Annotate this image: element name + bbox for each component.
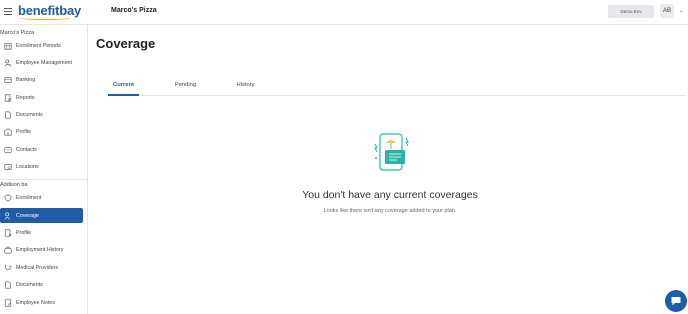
sidebar-item-label: Employee Notes [16,299,55,306]
sidebar-item-enrollment-periods[interactable]: Enrollment Periods [0,38,83,53]
coverage-user-icon [3,211,12,220]
sidebar-item-documents[interactable]: Documents [0,107,83,122]
empty-state-title: You don't have any current coverages [302,189,478,201]
sidebar-item-label: Enrollment [16,194,42,201]
company-name: Marco's Pizza [111,7,157,14]
document-icon [3,280,12,289]
building-icon [3,127,12,136]
top-bar: benefitbay Marco's Pizza Demo Env AB ⌄ [0,0,688,25]
sidebar-item-label: Banking [16,76,36,83]
chat-button[interactable] [665,290,687,312]
sidebar-item-enrollment[interactable]: Enrollment [0,190,83,205]
bank-card-icon [3,75,12,84]
sidebar-item-employment-history[interactable]: Employment History [0,242,83,257]
sidebar-item-label: Medical Providers [16,264,59,271]
sidebar-item-label: Employee Management [16,59,72,66]
location-map-icon [3,162,12,171]
sidebar-item-label: Reports [16,94,35,101]
demo-env-button[interactable]: Demo Env [608,5,654,18]
document-icon [3,110,12,119]
shield-heart-icon [3,193,12,202]
avatar[interactable]: AB [660,4,674,18]
empty-coverage-illustration [370,132,412,172]
sidebar-item-label: Documents [16,111,43,118]
logo-swoosh [19,16,71,20]
user-gear-icon [3,58,12,67]
sidebar-item-employee-notes[interactable]: Employee Notes [0,295,83,310]
sidebar-item-documents-employee[interactable]: Documents [0,277,83,292]
sidebar-item-label: Documents [16,281,43,288]
sidebar-divider [0,179,87,180]
sidebar-item-banking[interactable]: Banking [0,72,83,87]
sidebar-item-profile-employee[interactable]: Profile [0,225,83,240]
sidebar-item-medical-providers[interactable]: Medical Providers [0,260,83,275]
briefcase-history-icon [3,245,12,254]
sidebar-item-locations[interactable]: Locations [0,159,83,174]
sidebar-section-company: Marco's Pizza [0,30,35,36]
sidebar-item-label: Contacts [16,146,37,153]
sidebar-item-coverage[interactable]: Coverage [0,208,83,223]
sidebar-item-label: Profile [16,229,32,236]
sidebar-item-label: Employment History [16,246,64,253]
sidebar-item-label: Profile [16,128,32,135]
page-title: Coverage [96,36,156,51]
chevron-down-icon[interactable]: ⌄ [679,8,683,14]
profile-card-icon [3,228,12,237]
sidebar: Marco's Pizza Enrollment Periods Employe… [0,25,88,314]
chat-bubble-icon [671,297,681,306]
sidebar-item-label: Locations [16,163,39,170]
active-tab-indicator [108,94,139,96]
sidebar-item-profile[interactable]: Profile [0,124,83,139]
coverage-tabs: Current Pending History [108,78,686,96]
empty-state-subtitle: Looks like there isn't any coverage adde… [323,208,457,214]
sidebar-item-employee-management[interactable]: Employee Management [0,55,83,70]
sidebar-item-contacts[interactable]: Contacts [0,142,83,157]
sidebar-section-employee: Addison ba [0,182,28,188]
tab-pending[interactable]: Pending [170,82,201,88]
calendar-grid-icon [3,41,12,50]
tab-history[interactable]: History [230,82,261,88]
tab-current[interactable]: Current [108,82,139,88]
report-icon [3,93,12,102]
contacts-card-icon [3,145,12,154]
menu-icon[interactable] [4,6,12,16]
sidebar-item-label: Coverage [16,212,39,219]
notes-icon [3,298,12,307]
stethoscope-icon [3,263,12,272]
sidebar-item-reports[interactable]: Reports [0,90,83,105]
sidebar-item-label: Enrollment Periods [16,42,61,49]
